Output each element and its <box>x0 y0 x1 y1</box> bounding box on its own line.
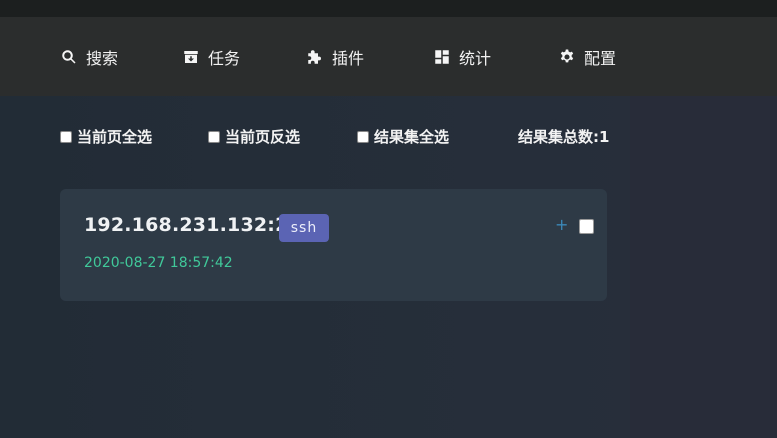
nav-search-label: 搜索 <box>86 48 119 68</box>
nav-tasks-label: 任务 <box>208 48 241 68</box>
invert-page-checkbox[interactable] <box>208 130 220 143</box>
nav-stats[interactable]: 统计 <box>432 17 491 96</box>
result-host[interactable]: 192.168.231.132:22 <box>84 214 302 236</box>
result-card: 192.168.231.132:22 ssh 2020-08-27 18:57:… <box>60 189 607 301</box>
expand-plus-icon[interactable]: + <box>555 215 568 235</box>
invert-page-label: 当前页反选 <box>225 128 301 146</box>
top-navbar: 搜索 任务 插件 统计 配置 <box>0 17 777 96</box>
nav-config-label: 配置 <box>584 48 617 68</box>
select-page-label: 当前页全选 <box>77 128 153 146</box>
result-total-count: 结果集总数:1 <box>518 128 610 146</box>
gear-icon <box>557 47 577 67</box>
nav-stats-label: 统计 <box>459 48 492 68</box>
right-panel-background <box>630 96 777 438</box>
puzzle-icon <box>305 47 325 67</box>
select-page-option[interactable]: 当前页全选 <box>60 126 152 147</box>
invert-page-option[interactable]: 当前页反选 <box>208 126 300 147</box>
protocol-badge: ssh <box>279 214 329 242</box>
nav-tasks[interactable]: 任务 <box>181 17 240 96</box>
nav-config[interactable]: 配置 <box>557 17 616 96</box>
archive-down-icon <box>181 47 201 67</box>
search-icon <box>59 47 79 67</box>
nav-plugins-label: 插件 <box>332 48 365 68</box>
dashboard-icon <box>432 47 452 67</box>
select-all-results-checkbox[interactable] <box>357 130 369 143</box>
select-all-results-option[interactable]: 结果集全选 <box>357 126 449 147</box>
nav-plugins[interactable]: 插件 <box>305 17 364 96</box>
window-top-strip <box>0 0 777 17</box>
select-page-checkbox[interactable] <box>60 130 72 143</box>
nav-search[interactable]: 搜索 <box>59 17 118 96</box>
result-timestamp: 2020-08-27 18:57:42 <box>84 255 233 271</box>
select-all-results-label: 结果集全选 <box>374 128 450 146</box>
result-select-checkbox[interactable] <box>579 219 594 234</box>
